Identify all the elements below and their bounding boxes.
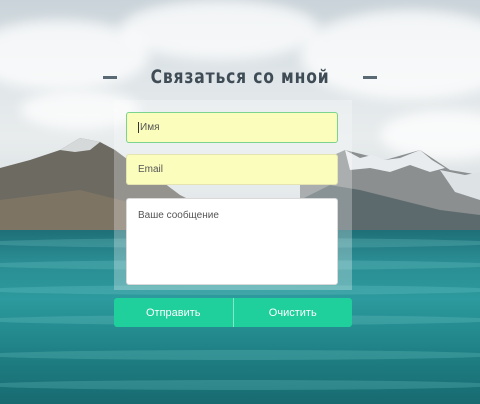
email-placeholder: Email [138, 164, 164, 175]
name-field[interactable]: Имя [126, 112, 338, 143]
name-placeholder: Имя [140, 122, 160, 133]
title-row: Связаться со мной [0, 66, 480, 88]
page-title: Связаться со мной [150, 66, 330, 88]
email-field[interactable]: Email [126, 154, 338, 185]
send-button[interactable]: Отправить [114, 298, 234, 327]
message-textarea[interactable]: Ваше сообщение [126, 198, 338, 285]
form-buttons: Отправить Очистить [114, 298, 352, 327]
text-caret [138, 122, 139, 133]
clear-button[interactable]: Очистить [233, 298, 352, 327]
title-right-dash [363, 75, 378, 79]
message-placeholder: Ваше сообщение [138, 210, 219, 221]
title-left-dash [102, 75, 117, 79]
